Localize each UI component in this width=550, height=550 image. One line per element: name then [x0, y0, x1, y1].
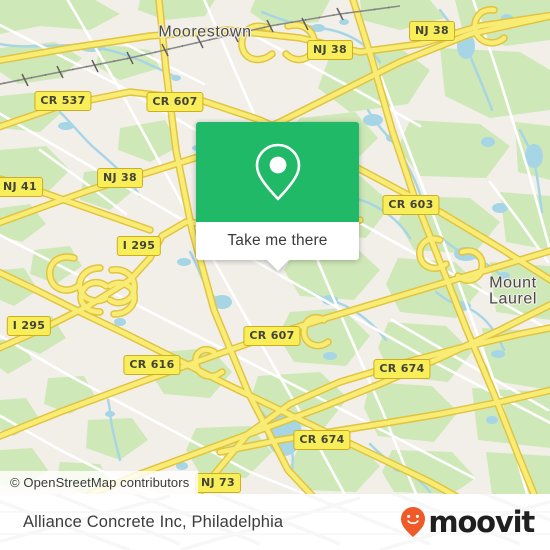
shield-nj41: NJ 41: [0, 177, 43, 197]
place-label-line-2: Laurel: [488, 291, 538, 308]
map-screenshot: NJ 38 NJ 38 CR 537 CR 607 NJ 38 NJ 41 CR…: [0, 0, 550, 550]
shield-nj38-b: NJ 38: [409, 21, 455, 41]
shield-cr616: CR 616: [123, 355, 181, 375]
footer-bar: Alliance Concrete Inc, Philadelphia moov…: [0, 494, 550, 550]
moovit-smiley-pin-icon: [401, 507, 426, 537]
shield-cr537: CR 537: [34, 91, 92, 111]
shield-i295-b: I 295: [6, 316, 52, 336]
osm-attribution-text: © OpenStreetMap contributors: [10, 475, 190, 490]
shield-nj73: NJ 73: [195, 473, 241, 493]
shield-cr607-b: CR 607: [243, 326, 301, 346]
callout-tail: [266, 260, 289, 271]
take-me-there-label: Take me there: [227, 232, 328, 249]
shield-nj38-c: NJ 38: [97, 168, 143, 188]
place-label-line-1: Mount: [489, 274, 537, 292]
moovit-brand[interactable]: moovit: [400, 504, 535, 539]
shield-cr674-a: CR 674: [373, 359, 431, 379]
shield-i295-a: I 295: [116, 236, 162, 256]
location-pin-icon: [255, 143, 300, 201]
moovit-wordmark: moovit: [428, 504, 535, 539]
location-title: Alliance Concrete Inc, Philadelphia: [23, 512, 284, 531]
shield-nj38-a: NJ 38: [307, 40, 353, 60]
shield-cr603: CR 603: [382, 195, 440, 215]
place-label-moorestown: Moorestown: [158, 23, 252, 41]
callout-hero-panel: [196, 122, 359, 222]
map-callout-popup[interactable]: Take me there: [196, 122, 359, 271]
place-label-mount-laurel: Mount Laurel: [488, 274, 538, 309]
footer-content: Alliance Concrete Inc, Philadelphia moov…: [0, 494, 550, 550]
take-me-there-button[interactable]: Take me there: [196, 222, 359, 271]
osm-attribution[interactable]: © OpenStreetMap contributors: [0, 471, 199, 494]
shield-cr607-a: CR 607: [146, 92, 204, 112]
shield-cr674-b: CR 674: [293, 430, 351, 450]
